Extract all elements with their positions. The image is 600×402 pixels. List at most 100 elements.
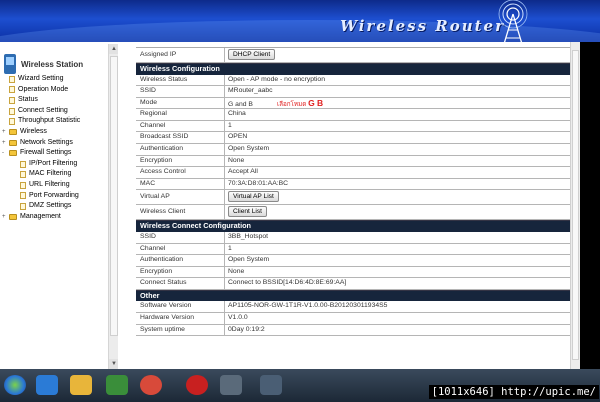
row-value: None xyxy=(225,267,570,278)
row-key: Channel xyxy=(136,120,225,132)
table-row: SSID MRouter_aabc xyxy=(136,86,570,98)
virtual-ap-row: Virtual AP Virtual AP List xyxy=(136,190,570,206)
row-key: Channel xyxy=(136,243,225,255)
row-value: OPEN xyxy=(225,132,570,143)
sidebar-item-operation-mode[interactable]: Operation Mode xyxy=(0,85,118,96)
row-value-text: V1.0.0 xyxy=(228,314,248,321)
table-row: Authentication Open System xyxy=(136,144,570,156)
media-icon[interactable] xyxy=(106,375,128,395)
row-value: Open System xyxy=(225,255,570,266)
row-value-text: MRouter_aabc xyxy=(228,87,273,95)
row-value-text: 1 xyxy=(228,121,232,129)
row-key: Connect Status xyxy=(136,278,225,289)
sidebar-item-label: Status xyxy=(18,96,38,104)
row-key: Software Version xyxy=(136,301,225,312)
ie-icon[interactable] xyxy=(36,375,58,395)
sidebar-item-wireless[interactable]: + Wireless xyxy=(0,127,118,138)
row-value-text: Open System xyxy=(228,145,270,153)
row-value-text: China xyxy=(228,110,246,118)
row-key: Hardware Version xyxy=(136,313,225,324)
row-value-text: 3BB_Hotspot xyxy=(228,232,269,240)
page-icon xyxy=(20,202,26,210)
collapse-icon[interactable]: - xyxy=(2,148,9,159)
row-key: Assigned IP xyxy=(136,48,225,62)
sidebar-item-network-settings[interactable]: + Network Settings xyxy=(0,138,118,149)
sidebar-title: Wireless Station xyxy=(21,59,84,69)
row-value: 1 xyxy=(225,244,570,255)
windows-start-icon[interactable] xyxy=(4,375,26,395)
sidebar-item-label: URL Filtering xyxy=(29,180,70,188)
sidebar-item-wizard-setting[interactable]: Wizard Setting xyxy=(0,74,118,85)
sidebar-item-throughput-statistic[interactable]: Throughput Statistic xyxy=(0,116,118,127)
sidebar-item-label: Firewall Settings xyxy=(20,149,72,157)
folder-icon xyxy=(9,139,17,146)
row-key: Virtual AP xyxy=(136,190,225,205)
sidebar-item-url-filtering[interactable]: URL Filtering xyxy=(0,180,118,191)
sidebar: Wireless Station Wizard Setting Operatio… xyxy=(0,44,119,369)
screenshot: Wireless Router Wireless Station Wizard … xyxy=(0,0,600,402)
page-icon xyxy=(9,96,15,104)
sidebar-item-ip-port-filtering[interactable]: IP/Port Filtering xyxy=(0,159,118,170)
section-title: Wireless Connect Configuration xyxy=(136,220,570,232)
sidebar-item-label: Wireless xyxy=(20,127,47,135)
row-value-text: G and B xyxy=(228,100,253,108)
other-table: Software Version AP1105-NOR-GW-1T1R-V1.0.… xyxy=(136,301,570,337)
sidebar-item-firewall-settings[interactable]: - Firewall Settings xyxy=(0,148,118,159)
table-row: Encryption None xyxy=(136,266,570,279)
page-icon xyxy=(20,192,26,200)
dhcp-client-button[interactable]: DHCP Client xyxy=(228,48,276,60)
row-key: Authentication xyxy=(136,144,225,155)
row-value-text: Connect to BSSID[14:D6:4D:8E:69:AA] xyxy=(228,279,347,287)
row-key: MAC xyxy=(136,178,225,190)
row-value: V1.0.0 xyxy=(225,313,570,324)
sidebar-item-mac-filtering[interactable]: MAC Filtering xyxy=(0,169,118,180)
explorer-icon[interactable] xyxy=(70,375,92,395)
row-value: 0Day 0:19:2 xyxy=(225,325,570,336)
row-value: Accept All xyxy=(225,167,570,178)
sidebar-item-label: MAC Filtering xyxy=(29,170,72,178)
row-value-text: None xyxy=(228,267,245,275)
sidebar-item-port-forwarding[interactable]: Port Forwarding xyxy=(0,191,118,202)
row-value: 70:3A:D8:01:AA:BC xyxy=(225,179,570,190)
scroll-thumb[interactable] xyxy=(572,50,579,360)
client-list-button[interactable]: Client List xyxy=(228,206,267,218)
sidebar-item-connect-setting[interactable]: Connect Setting xyxy=(0,106,118,117)
opera-icon[interactable] xyxy=(186,375,208,395)
sidebar-item-label: Wizard Setting xyxy=(18,75,64,82)
folder-open-icon xyxy=(9,150,17,157)
sidebar-item-label: Connect Setting xyxy=(18,106,68,114)
wireless-station-icon xyxy=(4,54,16,74)
virtual-ap-list-button[interactable]: Virtual AP List xyxy=(228,191,279,203)
sidebar-item-management[interactable]: + Management xyxy=(0,212,118,223)
row-value-text: Open System xyxy=(228,256,270,264)
sidebar-item-status[interactable]: Status xyxy=(0,95,118,106)
row-key: Wireless Status xyxy=(136,74,225,86)
folder-icon xyxy=(9,129,17,136)
row-key: Encryption xyxy=(136,155,225,167)
mode-annotation: เลือกโหมด G B xyxy=(277,98,323,108)
table-row: Broadcast SSID OPEN xyxy=(136,132,570,145)
page-icon xyxy=(20,171,26,179)
wireless-client-row: Wireless Client Client List xyxy=(136,205,570,221)
chrome-icon[interactable] xyxy=(140,375,162,395)
content-scrollbar[interactable] xyxy=(570,42,580,369)
row-value: MRouter_aabc xyxy=(225,86,570,97)
expand-icon[interactable]: + xyxy=(2,127,9,138)
sidebar-item-label: DMZ Settings xyxy=(29,202,72,210)
table-row: Encryption None xyxy=(136,155,570,168)
app-icon-2[interactable] xyxy=(260,375,282,395)
row-value: Open System xyxy=(225,144,570,155)
table-row: MAC 70:3A:D8:01:AA:BC xyxy=(136,178,570,191)
page-icon xyxy=(20,181,26,189)
sidebar-item-label: IP/Port Filtering xyxy=(29,159,78,167)
expand-icon[interactable]: + xyxy=(2,138,9,149)
sidebar-item-dmz-settings[interactable]: DMZ Settings xyxy=(0,201,118,212)
scroll-thumb[interactable] xyxy=(110,56,118,336)
watermark: [1011x646] http://upic.me/ xyxy=(428,385,599,399)
section-title: Other xyxy=(136,289,570,302)
table-row: Wireless Status Open - AP mode - no encry… xyxy=(136,74,570,87)
app-icon[interactable] xyxy=(220,375,242,395)
expand-icon[interactable]: + xyxy=(2,212,9,223)
table-row: SSID 3BB_Hotspot xyxy=(136,231,570,244)
row-value: 3BB_Hotspot xyxy=(225,232,570,243)
